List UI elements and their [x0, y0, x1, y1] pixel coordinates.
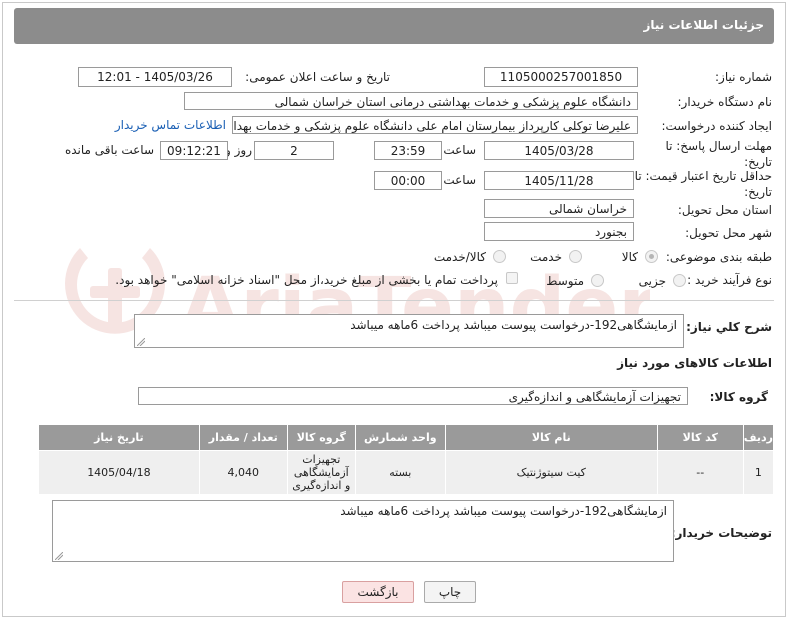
min-price-time-field[interactable]: 00:00	[374, 171, 442, 190]
cell-row: 1	[742, 450, 775, 495]
cell-qty: 4,040	[198, 450, 288, 495]
deadline-date-field[interactable]: 1405/03/28	[484, 141, 634, 160]
resize-grip-icon[interactable]	[55, 552, 63, 560]
col-qty: تعداد / مقدار	[198, 424, 288, 451]
process-option-medium: متوسط	[546, 274, 584, 288]
process-radio-medium[interactable]	[591, 274, 604, 287]
buyer-org-label: نام دستگاه خریدار:	[677, 95, 773, 109]
province-label: استان محل تحویل:	[677, 203, 772, 217]
back-button[interactable]: بازگشت	[342, 581, 414, 603]
category-option-goods: کالا	[621, 250, 638, 264]
cell-date: 1405/04/18	[38, 450, 200, 495]
contact-buyer-link[interactable]: اطلاعات تماس خریدار	[115, 118, 226, 132]
buyer-notes-textarea[interactable]: ازمایشگاهی192-درخواست پیوست میباشد پرداخ…	[52, 500, 674, 562]
divider	[14, 300, 774, 301]
process-option-minor: جزیی	[638, 274, 666, 288]
col-unit: واحد شمارش	[354, 424, 446, 451]
deadline-time-field[interactable]: 23:59	[374, 141, 442, 160]
process-label: نوع فرآیند خرید :	[687, 273, 772, 287]
items-table: ردیف کد کالا نام کالا واحد شمارش گروه کا…	[38, 424, 775, 495]
category-radio-service[interactable]	[569, 250, 582, 263]
deadline-label: مهلت ارسال پاسخ: تا تاریخ:	[665, 139, 772, 169]
buyer-org-field[interactable]: دانشگاه علوم پزشکی و خدمات بهداشتی درمان…	[184, 92, 638, 110]
resize-grip-icon[interactable]	[137, 338, 145, 346]
col-group: گروه کالا	[286, 424, 356, 451]
page-header: جزئیات اطلاعات نیاز	[14, 8, 774, 44]
remaining-time-field[interactable]: 09:12:21	[160, 141, 228, 160]
payment-checkbox[interactable]	[506, 272, 518, 284]
summary-text: ازمایشگاهی192-درخواست پیوست میباشد پرداخ…	[350, 318, 677, 332]
table-header-row: ردیف کد کالا نام کالا واحد شمارش گروه کا…	[38, 424, 775, 451]
remaining-label: ساعت باقی مانده	[64, 143, 154, 157]
goods-section-title: اطلاعات کالاهای مورد نیاز	[617, 356, 772, 370]
cell-unit: بسته	[354, 450, 446, 495]
category-label: طبقه بندی موضوعی:	[665, 250, 772, 264]
days-field[interactable]: 2	[254, 141, 334, 160]
process-radio-minor[interactable]	[673, 274, 686, 287]
requester-label: ایجاد کننده درخواست:	[661, 119, 772, 133]
category-option-goods-service: کالا/خدمت	[433, 250, 486, 264]
min-price-label: حداقل تاریخ اعتبار قیمت: تا تاریخ:	[634, 169, 772, 199]
category-option-service: خدمت	[530, 250, 562, 264]
min-price-date-field[interactable]: 1405/11/28	[484, 171, 634, 190]
summary-textarea[interactable]: ازمایشگاهی192-درخواست پیوست میباشد پرداخ…	[134, 314, 684, 348]
summary-label: شرح کلي نياز:	[686, 320, 772, 334]
city-label: شهر محل تحویل:	[685, 226, 772, 240]
cell-code: --	[656, 450, 744, 495]
payment-note: پرداخت تمام یا بخشی از مبلغ خرید،از محل …	[115, 273, 498, 287]
buyer-notes-label: توضیحات خریدار:	[670, 526, 772, 540]
city-field[interactable]: بجنورد	[484, 222, 634, 241]
print-button[interactable]: چاپ	[424, 581, 476, 603]
cell-name: کیت سیتوژنتیک	[444, 450, 658, 495]
col-row: ردیف	[742, 424, 775, 451]
cell-group: تجهیزات آزمایشگاهی و اندازه‌گیری	[286, 450, 356, 495]
announce-field[interactable]: 1405/03/26 - 12:01	[78, 67, 232, 87]
requester-field[interactable]: علیرضا توکلی کارپرداز بیمارستان امام علی…	[232, 116, 638, 134]
province-field[interactable]: خراسان شمالی	[484, 199, 634, 218]
announce-label: تاریخ و ساعت اعلان عمومی:	[245, 70, 390, 84]
category-radio-goods[interactable]	[645, 250, 658, 263]
goods-group-field[interactable]: تجهیزات آزمایشگاهی و اندازه‌گیری	[138, 387, 688, 405]
need-number-field[interactable]: 1105000257001850	[484, 67, 638, 87]
buyer-notes-text: ازمایشگاهی192-درخواست پیوست میباشد پرداخ…	[340, 504, 667, 518]
goods-group-label: گروه کالا:	[709, 390, 768, 404]
min-price-time-label: ساعت	[443, 173, 476, 187]
need-number-label: شماره نیاز:	[715, 70, 772, 84]
table-row[interactable]: 1 -- کیت سیتوژنتیک بسته تجهیزات آزمایشگا…	[38, 450, 775, 495]
days-label: روز و	[225, 143, 252, 157]
category-radio-goods-service[interactable]	[493, 250, 506, 263]
col-code: کد کالا	[656, 424, 744, 451]
page-title: جزئیات اطلاعات نیاز	[643, 18, 764, 32]
col-date: تاریخ نیاز	[38, 424, 200, 451]
col-name: نام کالا	[444, 424, 658, 451]
deadline-time-label: ساعت	[443, 143, 476, 157]
